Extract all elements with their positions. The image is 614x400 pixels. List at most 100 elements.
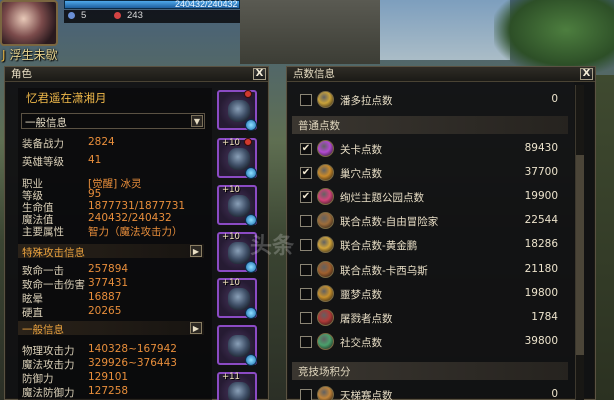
point-name: 关卡点数 [340,144,382,156]
stat-label: 物理攻击力 [22,345,75,357]
character-close-button[interactable]: X [253,68,266,80]
background-wall [240,0,380,64]
checkbox[interactable] [300,215,312,228]
red-gem-icon [114,12,121,19]
arena-points-header-label: 竞技场积分 [298,366,351,378]
stat-label: 魔法防御力 [22,387,75,399]
player-portrait[interactable] [0,0,58,46]
stat-value: 240432/240432 [88,212,172,224]
gem-badge-icon [245,261,257,273]
stat-label: 防御力 [22,373,54,385]
point-name: 联合点数-黄金鹏 [340,240,418,253]
stat-label: 魔法攻击力 [22,359,75,371]
equipment-slot[interactable]: +11 [217,372,257,400]
point-currency-icon [317,236,334,254]
point-name: 天梯赛点数 [340,390,393,400]
point-row[interactable]: 联合点数-卡西乌斯 21180 [296,259,568,281]
point-row[interactable]: 天梯赛点数 0 [296,384,568,400]
stat-value: 41 [88,154,102,166]
mp-bar: 240432/240432 [64,0,240,9]
character-panel-title: 角色 [5,67,268,82]
point-row[interactable]: ✔ 绚烂主题公园点数 19900 [296,186,568,208]
checkbox[interactable] [300,287,312,300]
point-row[interactable]: 社交点数 39800 [296,331,568,353]
checkbox[interactable] [300,389,312,400]
stat-label: 硬直 [22,307,43,319]
general-info-section-title: 一般信息 [22,324,64,336]
points-close-button[interactable]: X [580,68,593,80]
stat-row: 魔法防御力 127258 [22,385,204,399]
special-attack-section-header[interactable]: 特殊攻击信息 ▶ [18,244,204,259]
checkbox-checked[interactable]: ✔ [300,191,312,204]
point-row[interactable]: 联合点数-黄金鹏 18286 [296,234,568,256]
slot-enhance-level: +10 [222,232,240,242]
chevron-right-icon[interactable]: ▶ [190,322,202,334]
equipment-slot[interactable] [217,90,257,131]
point-row[interactable]: 噩梦点数 19800 [296,283,568,305]
equipment-icon [228,382,250,400]
point-name: 潘多拉点数 [340,95,393,107]
point-name: 噩梦点数 [340,288,382,301]
stat-value: 129101 [88,371,129,383]
mp-text: 240432/240432 [175,0,238,9]
point-currency-icon [317,308,334,326]
point-name: 绚烂主题公园点数 [340,192,424,205]
general-info-section-header[interactable]: 一般信息 ▶ [18,321,204,336]
equipment-icon [228,148,250,170]
point-currency-icon [317,260,334,278]
point-currency-icon [317,164,334,182]
equipment-slot[interactable]: +10 [217,138,257,179]
equipment-icon [228,242,250,264]
point-row[interactable]: 联合点数-自由冒险家 22544 [296,210,568,232]
equipment-slot[interactable]: +10 [217,185,257,226]
gem-badge-icon [245,354,257,366]
hud-stat-a: 5 [68,10,86,21]
point-row[interactable]: ✔ 巢穴点数 37700 [296,162,568,184]
point-value: 1784 [531,310,558,323]
checkbox[interactable] [300,263,312,276]
chevron-right-icon[interactable]: ▶ [190,245,202,257]
stat-label: 眩晕 [22,293,43,305]
equipment-slot[interactable] [217,325,257,366]
point-row[interactable]: 潘多拉点数 0 [296,89,568,111]
point-value: 37700 [524,166,558,179]
points-panel-title: 点数信息 [287,67,595,82]
point-row[interactable]: ✔ 关卡点数 89430 [296,138,568,160]
stat-value: 20265 [88,305,122,317]
checkbox[interactable] [300,335,312,348]
checkbox[interactable] [300,94,312,106]
point-name: 屠戮者点数 [340,312,393,325]
point-value: 18286 [524,238,558,251]
stat-value: 1877731/1877731 [88,200,186,212]
stat-label: 主要属性 [22,226,64,238]
character-name: 忆君遥在潇湘月 [26,91,107,105]
stat-value: 95 [88,188,102,200]
info-category-dropdown[interactable]: 一般信息 ▼ [21,113,205,129]
checkbox[interactable] [300,239,312,252]
scrollbar-thumb[interactable] [576,155,584,355]
stat-label: 致命一击 [22,265,64,277]
point-row[interactable]: 屠戮者点数 1784 [296,307,568,329]
player-name: J 浮生未歇 [2,48,58,62]
player-hud: 240432/240432 5 243 [0,0,250,48]
equipment-icon [228,288,250,310]
point-currency-icon [317,284,334,302]
hud-stat-bar: 5 243 [64,10,240,23]
checkbox[interactable] [300,311,312,324]
point-value: 0 [551,388,558,400]
gem-badge-icon [245,119,257,131]
stat-value: 智力（魔法攻击力） [88,226,183,238]
chevron-down-icon[interactable]: ▼ [191,115,203,127]
points-scrollbar[interactable] [575,85,584,400]
alert-dot-icon [244,138,252,146]
stat-value: 257894 [88,263,129,275]
equipment-slot[interactable]: +10 [217,278,257,319]
checkbox-checked[interactable]: ✔ [300,167,312,180]
stat-label: 英雄等级 [22,156,64,168]
stat-value: 329926~376443 [88,357,177,369]
point-value: 89430 [524,142,558,154]
arena-points-header: 竞技场积分 [292,362,568,380]
normal-points-header-label: 普通点数 [298,120,340,132]
point-currency-icon [317,386,334,400]
checkbox-checked[interactable]: ✔ [300,143,312,155]
